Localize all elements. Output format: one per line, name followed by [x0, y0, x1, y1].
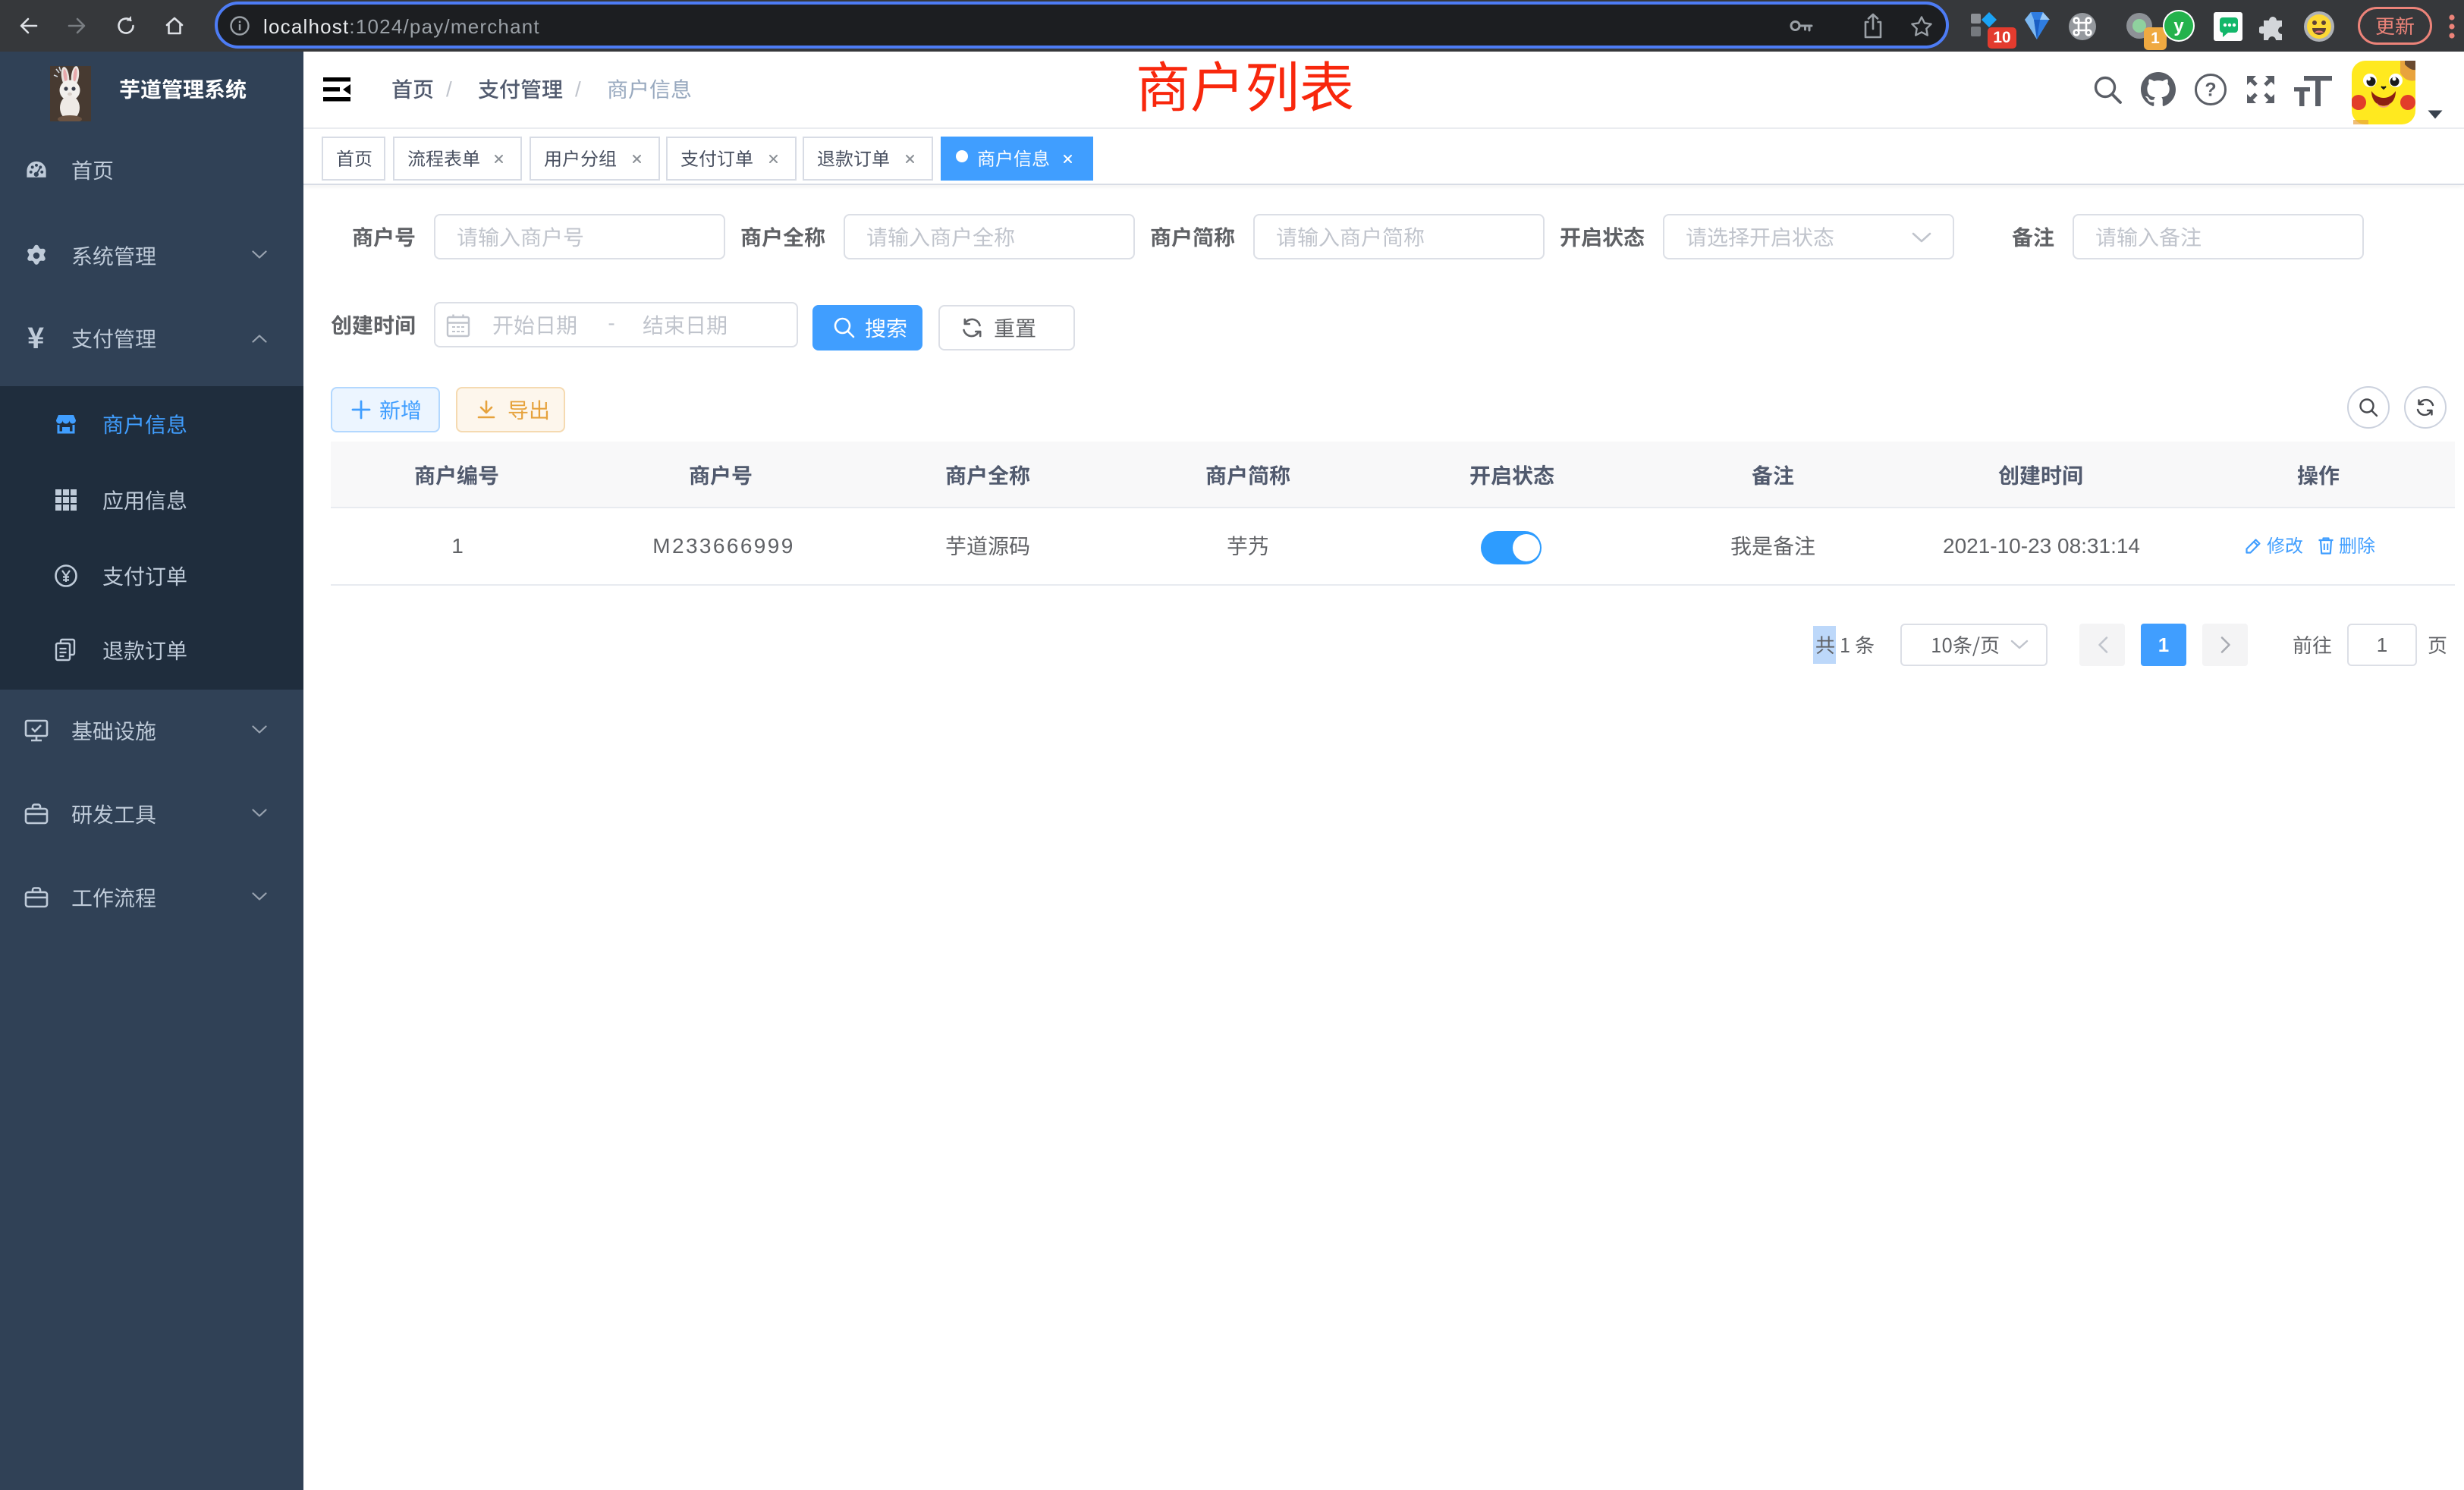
- svg-text:y: y: [2173, 16, 2184, 36]
- svg-text:?: ?: [2205, 80, 2216, 101]
